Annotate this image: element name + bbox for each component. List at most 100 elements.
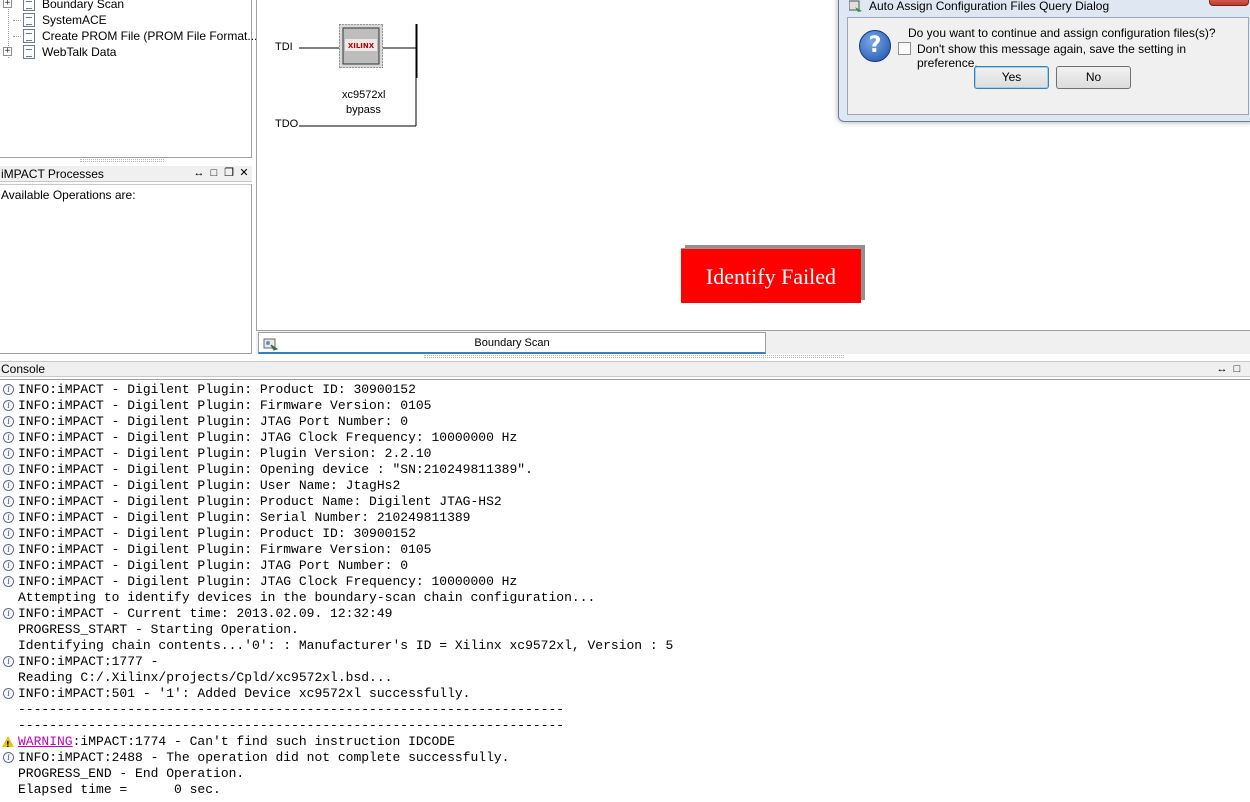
console-line: PROGRESS_START - Starting Operation. — [0, 622, 1250, 638]
tree-item[interactable]: Create PROM File (PROM File Format... — [0, 28, 257, 44]
console-line: Identifying chain contents...'0': : Manu… — [0, 638, 1250, 654]
info-icon: i — [3, 448, 14, 459]
tree-connector — [13, 20, 21, 21]
console-line-text: Identifying chain contents...'0': : Manu… — [18, 638, 674, 653]
console-line: PROGRESS_END - End Operation. — [0, 766, 1250, 782]
console-line: Elapsed time = 0 sec. — [0, 782, 1250, 798]
float-icon[interactable]: ↔ — [193, 167, 205, 180]
console-line-text: INFO:iMPACT - Digilent Plugin: JTAG Cloc… — [18, 430, 518, 445]
dialog-message: Do you want to continue and assign confi… — [908, 26, 1216, 40]
console-line: i INFO:iMPACT:501 - '1': Added Device xc9… — [0, 686, 1250, 702]
close-icon[interactable]: ✕ — [238, 167, 250, 180]
console-line: i INFO:iMPACT - Digilent Plugin: JTAG Clo… — [0, 430, 1250, 446]
tab-label: Boundary Scan — [474, 337, 550, 349]
info-icon: i — [3, 432, 14, 443]
info-icon: i — [3, 464, 14, 475]
tdi-label: TDI — [275, 41, 293, 53]
console-line: i INFO:iMPACT - Digilent Plugin: Opening … — [0, 462, 1250, 478]
console-line-text: INFO:iMPACT - Digilent Plugin: JTAG Port… — [18, 414, 409, 429]
dont-show-again-checkbox[interactable] — [898, 42, 911, 55]
console-line-text: INFO:iMPACT:1777 - — [18, 654, 159, 669]
console-output[interactable]: i INFO:iMPACT - Digilent Plugin: Product … — [0, 379, 1250, 802]
console-line: ----------------------------------------… — [0, 718, 1250, 734]
splitter-grip[interactable] — [80, 159, 164, 162]
tree-item[interactable]: SystemACE — [0, 12, 250, 28]
expand-icon[interactable]: + — [3, 0, 12, 8]
dialog-titlebar[interactable]: Auto Assign Configuration Files Query Di… — [839, 0, 1250, 13]
info-icon: i — [3, 656, 14, 667]
processes-panel-title: iMPACT Processes — [1, 167, 104, 181]
console-line: i INFO:iMPACT - Digilent Plugin: JTAG Clo… — [0, 574, 1250, 590]
tdo-label: TDO — [275, 118, 299, 130]
info-icon: i — [3, 608, 14, 619]
console-line-text: INFO:iMPACT - Digilent Plugin: JTAG Cloc… — [18, 574, 518, 589]
maximize-icon[interactable]: □ — [208, 167, 220, 180]
console-line-text: INFO:iMPACT - Current time: 2013.02.09. … — [18, 606, 393, 621]
console-line-text: INFO:iMPACT:501 - '1': Added Device xc95… — [18, 686, 471, 701]
console-line-text: INFO:iMPACT - Digilent Plugin: Product I… — [18, 382, 416, 397]
console-line-text: INFO:iMPACT - Digilent Plugin: JTAG Port… — [18, 558, 409, 573]
auto-assign-query-dialog: Auto Assign Configuration Files Query Di… — [838, 0, 1250, 122]
restore-icon[interactable]: ❐ — [223, 167, 235, 180]
dialog-client-area: ? Do you want to continue and assign con… — [847, 17, 1249, 115]
console-line: i INFO:iMPACT - Digilent Plugin: Product … — [0, 526, 1250, 542]
console-line: i INFO:iMPACT - Current time: 2013.02.09.… — [0, 606, 1250, 622]
design-tree-panel: + Boundary Scan SystemACE Create PROM File … — [0, 0, 257, 162]
yes-button[interactable]: Yes — [974, 66, 1049, 89]
tree-item[interactable]: + Boundary Scan — [0, 0, 250, 12]
console-line-text: Elapsed time = 0 sec. — [18, 782, 221, 797]
chip-mode-label: bypass — [346, 104, 381, 116]
console-line: i INFO:iMPACT - Digilent Plugin: User Nam… — [0, 478, 1250, 494]
console-line-text: :iMPACT:1774 - Can't find such instructi… — [72, 734, 455, 749]
available-operations-text: Available Operations are: — [1, 188, 136, 202]
console-line: i INFO:iMPACT - Digilent Plugin: JTAG Por… — [0, 414, 1250, 430]
chip-logo-text: XILINX — [348, 42, 375, 50]
dialog-close-button[interactable] — [1209, 0, 1249, 6]
console-line-text: INFO:iMPACT - Digilent Plugin: Product I… — [18, 526, 416, 541]
console-line-text: Reading C:/.Xilinx/projects/Cpld/xc9572x… — [18, 670, 393, 685]
float-icon[interactable]: ↔ — [1216, 363, 1228, 376]
document-icon — [23, 45, 35, 59]
processes-panel-body: Available Operations are: — [0, 184, 252, 354]
console-line-text: INFO:iMPACT - Digilent Plugin: Firmware … — [18, 398, 432, 413]
boundary-scan-icon — [23, 0, 35, 11]
expand-icon[interactable]: + — [3, 47, 12, 56]
tree-connector — [13, 36, 21, 37]
info-icon: i — [3, 480, 14, 491]
maximize-icon[interactable]: □ — [1231, 363, 1243, 376]
tab-boundary-scan[interactable]: Boundary Scan — [258, 332, 766, 354]
info-icon: i — [3, 496, 14, 507]
console-line-text: Attempting to identify devices in the bo… — [18, 590, 596, 605]
console-line-text: PROGRESS_START - Starting Operation. — [18, 622, 299, 637]
console-line-text: INFO:iMPACT - Digilent Plugin: Opening d… — [18, 462, 533, 477]
info-icon: i — [3, 544, 14, 555]
tree-item-label: WebTalk Data — [42, 45, 117, 59]
tree-item-label: Create PROM File (PROM File Format... — [42, 29, 258, 43]
info-icon: i — [3, 560, 14, 571]
console-title: Console — [1, 362, 46, 376]
no-button[interactable]: No — [1056, 66, 1131, 89]
splitter-grip[interactable] — [424, 355, 844, 358]
console-line-text: INFO:iMPACT - Digilent Plugin: Serial Nu… — [18, 510, 471, 525]
info-icon: i — [3, 416, 14, 427]
console-line-text: INFO:iMPACT:2488 - The operation did not… — [18, 750, 510, 765]
info-icon: i — [3, 528, 14, 539]
console-line-text: INFO:iMPACT - Digilent Plugin: Firmware … — [18, 542, 432, 557]
console-line: Reading C:/.Xilinx/projects/Cpld/xc9572x… — [0, 670, 1250, 686]
canvas-tab-bar: Boundary Scan — [256, 330, 1250, 354]
chip-name-label: xc9572xl — [342, 89, 386, 101]
console-line: Attempting to identify devices in the bo… — [0, 590, 1250, 606]
warning-icon — [2, 736, 14, 753]
processes-panel-header: iMPACT Processes ↔ □ ❐ ✕ — [0, 166, 252, 182]
console-line: i INFO:iMPACT - Digilent Plugin: Product … — [0, 494, 1250, 510]
info-icon: i — [3, 384, 14, 395]
console-line: i INFO:iMPACT - Digilent Plugin: Firmware… — [0, 398, 1250, 414]
identify-failed-banner: Identify Failed — [681, 248, 861, 303]
tree-item[interactable]: + WebTalk Data — [0, 44, 250, 60]
console-line-text: INFO:iMPACT - Digilent Plugin: Plugin Ve… — [18, 446, 432, 461]
warning-link[interactable]: WARNING — [18, 734, 73, 749]
xilinx-chip-icon[interactable]: XILINX — [338, 23, 384, 69]
document-icon — [23, 29, 35, 43]
tree-item-label: SystemACE — [42, 13, 107, 27]
console-line-text: PROGRESS_END - End Operation. — [18, 766, 245, 781]
